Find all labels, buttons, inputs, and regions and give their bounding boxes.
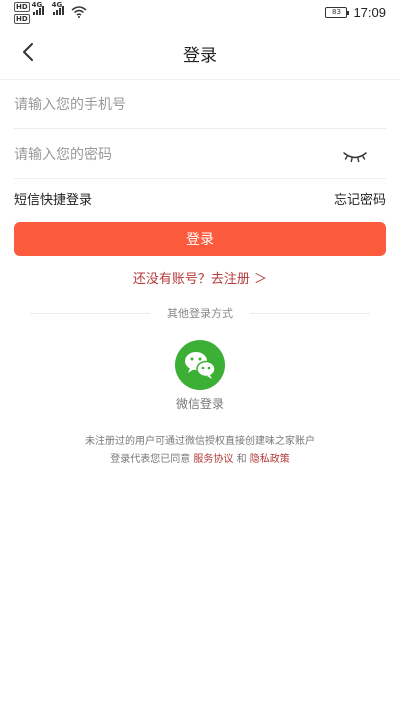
phone-input[interactable] [14, 81, 386, 128]
agreement-notice: 登录代表您已同意 服务协议 和 隐私政策 [0, 450, 400, 465]
agreement-prefix: 登录代表您已同意 [110, 454, 191, 465]
hd-badge: HD [14, 14, 30, 24]
registration-notice: 未注册过的用户可通过微信授权直接创建味之家账户 [85, 436, 315, 447]
toggle-password-visibility-button[interactable] [342, 149, 368, 163]
other-login-divider: 其他登录方式 [30, 305, 370, 321]
sms-login-link[interactable]: 短信快捷登录 [14, 189, 92, 208]
nav-bar: 登录 [0, 26, 400, 80]
login-button[interactable]: 登录 [14, 222, 386, 256]
service-agreement-link[interactable]: 服务协议 [193, 454, 233, 465]
privacy-policy-link[interactable]: 隐私政策 [250, 454, 290, 465]
agreement-and: 和 [236, 454, 247, 465]
status-bar: HD HD 4G 4G 83 17:09 [0, 0, 400, 26]
wechat-icon [185, 352, 216, 379]
auxiliary-links: 短信快捷登录 忘记密码 [14, 189, 386, 208]
wechat-login-label: 微信登录 [175, 397, 224, 411]
signal-label: 4G [51, 1, 63, 9]
signal-icon: 4G [32, 1, 44, 15]
signal-icon: 4G [52, 1, 64, 15]
password-field-container [14, 131, 386, 179]
page-title: 登录 [183, 46, 217, 66]
status-icons-left: HD HD 4G 4G [14, 1, 87, 24]
hd-badge: HD [14, 2, 30, 12]
eye-closed-icon [343, 152, 367, 163]
battery-icon: 83 [325, 7, 350, 18]
register-link[interactable]: 还没有账号？去注册 ＞ [0, 268, 400, 287]
wechat-login-button[interactable] [175, 340, 225, 390]
status-time: 17:09 [353, 5, 386, 20]
password-input[interactable] [14, 131, 386, 178]
wifi-icon [71, 6, 87, 18]
forgot-password-link[interactable]: 忘记密码 [334, 189, 386, 208]
phone-field-container [14, 81, 386, 129]
divider-line [250, 313, 370, 314]
signal-label: 4G [31, 1, 43, 9]
